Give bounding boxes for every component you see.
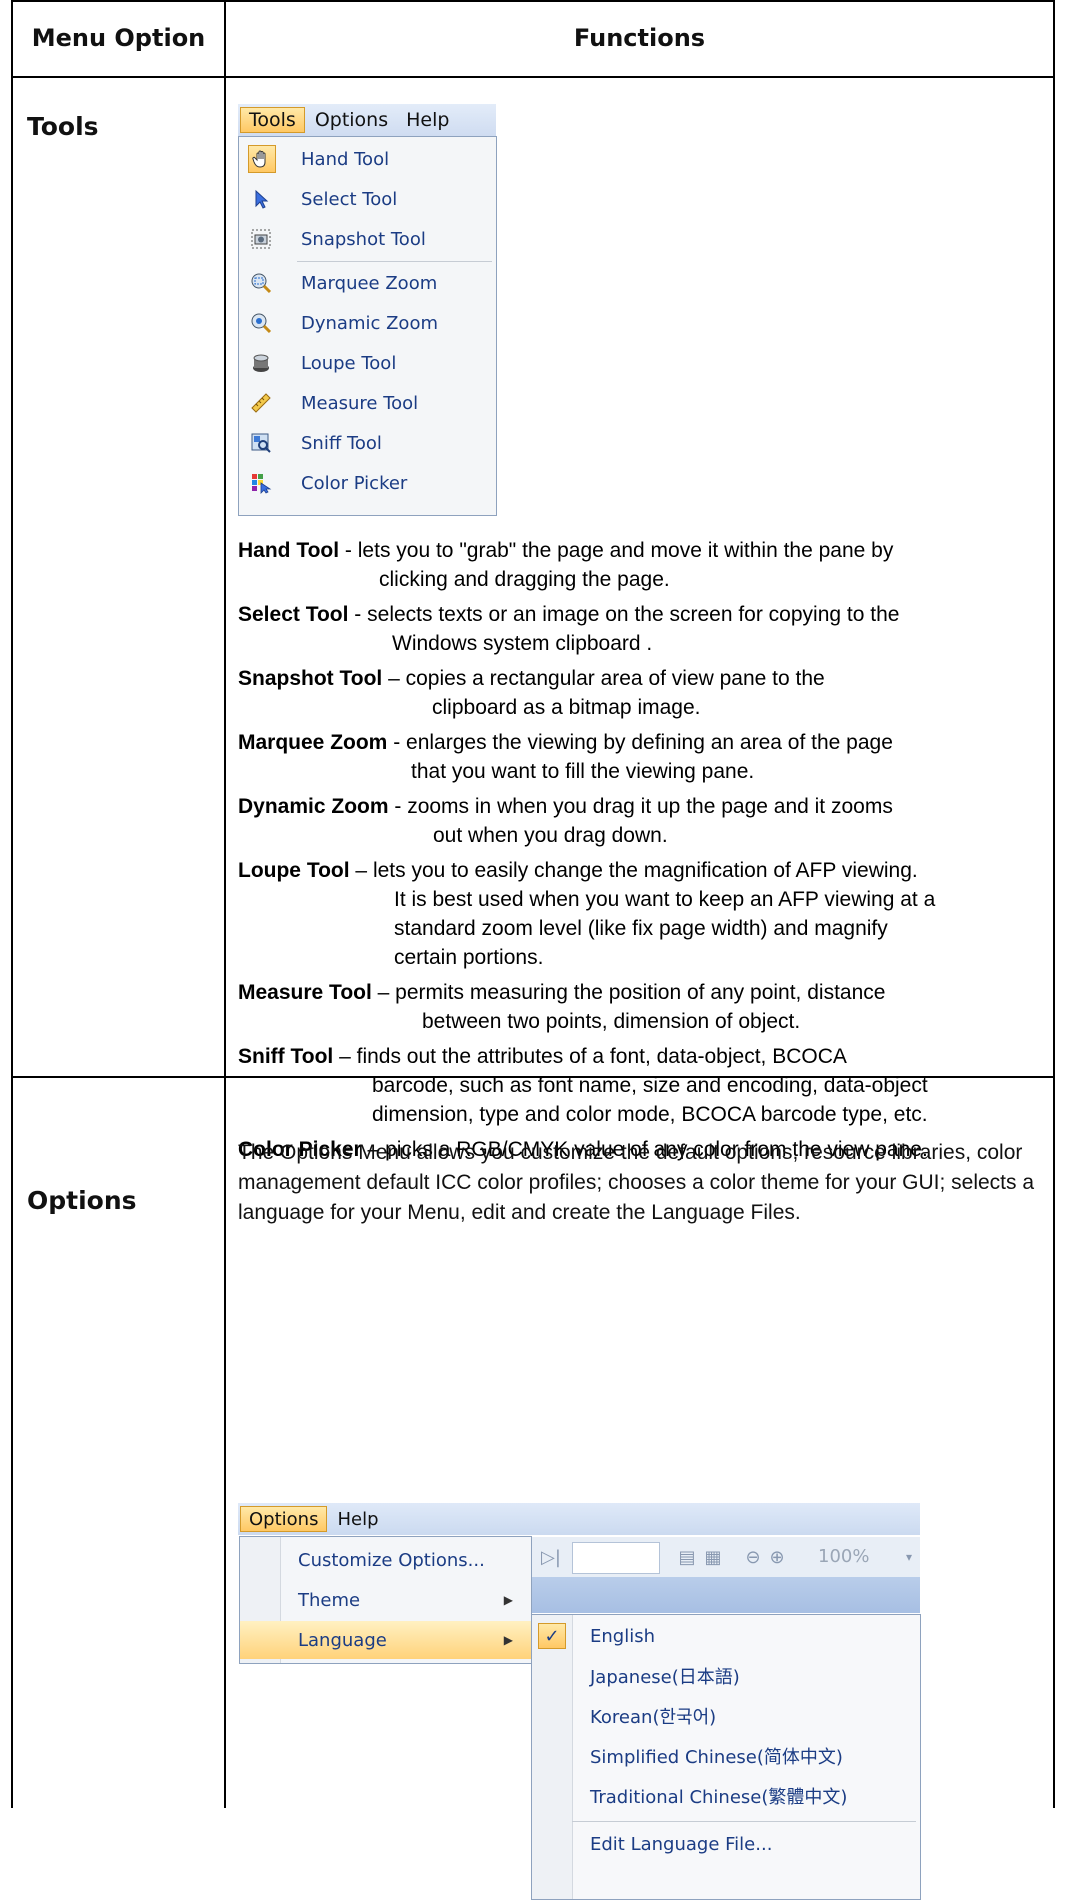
language-item-traditional-chinese[interactable]: Traditional Chinese(繁體中文) [532,1777,920,1815]
description-marquee-zoom: Marquee Zoom - enlarges the viewing by d… [238,731,893,783]
language-item-korean[interactable]: Korean(한국어) [532,1697,920,1735]
description-sniff-tool: Sniff Tool – finds out the attributes of… [238,1045,928,1126]
menubar-tools[interactable]: Tools [240,107,305,133]
page-number-input[interactable] [572,1542,660,1574]
menu-item-color-picker[interactable]: Color Picker [239,463,496,503]
menu-item-loupe-tool[interactable]: Loupe Tool [239,343,496,383]
header-functions: Functions [573,24,706,52]
language-submenu: ✓ English Japanese(日本語) Korean(한국어) Simp… [531,1614,921,1900]
menu-item-label: Korean(한국어) [590,1707,717,1728]
menu-item-label: Select Tool [301,188,398,210]
dynamic-zoom-icon [248,310,274,336]
last-page-icon[interactable]: ▷| [540,1547,562,1568]
menu-item-label: Japanese(日本語) [590,1667,740,1688]
menu-item-measure-tool[interactable]: Measure Tool [239,383,496,423]
menu-item-label: Marquee Zoom [301,272,438,294]
chevron-down-icon[interactable]: ▾ [898,1547,920,1567]
menu-item-label: Traditional Chinese(繁體中文) [590,1787,848,1808]
menu-item-customize-options[interactable]: Customize Options... [240,1541,531,1579]
menubar-help[interactable]: Help [329,1506,386,1532]
menu-item-language[interactable]: Language ▶ [240,1621,531,1659]
toolbar-band [530,1577,920,1613]
header-row-divider [13,76,1053,78]
menubar-options[interactable]: Options [307,107,396,133]
description-term: Measure Tool [238,981,372,1004]
tools-dropdown: Hand Tool Select Tool Snapshot Tool Marq… [238,136,497,516]
sniff-icon [248,430,274,456]
hand-icon [248,145,276,173]
description-snapshot-tool: Snapshot Tool – copies a rectangular are… [238,667,825,719]
menu-item-label: Dynamic Zoom [301,312,438,334]
pointer-arrow-icon [248,186,274,212]
menu-item-hand-tool[interactable]: Hand Tool [239,139,496,179]
menu-item-label: Customize Options... [298,1549,485,1571]
menu-item-label: Hand Tool [301,148,390,170]
description-select-tool: Select Tool - selects texts or an image … [238,603,900,655]
loupe-icon [248,350,274,376]
page-view-icon[interactable]: ▦ [702,1547,724,1568]
menubar-help[interactable]: Help [398,107,457,133]
menu-item-label: Theme [298,1589,361,1611]
language-item-english[interactable]: ✓ English [532,1617,920,1655]
menubar-options[interactable]: Options [240,1506,328,1532]
zoom-in-icon[interactable]: ⊕ [766,1547,788,1568]
options-dropdown: Customize Options... Theme ▶ Language ▶ [239,1536,532,1664]
row-label-options: Options [27,1186,137,1215]
menu-item-label: Measure Tool [301,392,419,414]
menu-item-label: Loupe Tool [301,352,397,374]
options-menubar: Options Help [238,1503,920,1535]
description-hand-tool: Hand Tool - lets you to "grab" the page … [238,539,894,591]
color-picker-icon [248,470,274,496]
menu-item-label: Color Picker [301,472,408,494]
marquee-zoom-icon [248,270,274,296]
description-loupe-tool: Loupe Tool – lets you to easily change t… [238,859,936,969]
chevron-right-icon: ▶ [503,1593,513,1607]
menu-separator [572,1821,916,1822]
table-column-divider [224,0,226,1808]
language-item-japanese[interactable]: Japanese(日本語) [532,1657,920,1695]
description-term: Sniff Tool [238,1045,334,1068]
menu-item-label: Sniff Tool [301,432,382,454]
options-paragraph: The Options Menu allows you customize th… [238,1141,1035,1224]
menu-item-label: Edit Language File... [590,1833,773,1855]
description-term: Snapshot Tool [238,667,383,690]
zoom-out-icon[interactable]: ⊖ [742,1547,764,1568]
chevron-right-icon: ▶ [503,1633,513,1647]
menu-item-theme[interactable]: Theme ▶ [240,1581,531,1619]
menu-item-sniff-tool[interactable]: Sniff Tool [239,423,496,463]
language-item-simplified-chinese[interactable]: Simplified Chinese(简体中文) [532,1737,920,1775]
header-menu-option: Menu Option [31,24,206,52]
description-term: Hand Tool [238,539,340,562]
menu-item-label: English [590,1625,655,1647]
menu-separator [297,261,492,262]
row-label-tools: Tools [27,112,99,141]
description-term: Marquee Zoom [238,731,388,754]
description-term: Loupe Tool [238,859,350,882]
menu-item-label: Language [298,1629,387,1651]
menu-item-select-tool[interactable]: Select Tool [239,179,496,219]
menu-item-label: Simplified Chinese(简体中文) [590,1747,843,1768]
description-measure-tool: Measure Tool – permits measuring the pos… [238,981,886,1033]
page-icon[interactable]: ▤ [676,1547,698,1568]
menu-item-edit-language-file[interactable]: Edit Language File... [532,1825,920,1863]
menu-item-dynamic-zoom[interactable]: Dynamic Zoom [239,303,496,343]
description-term: Dynamic Zoom [238,795,389,818]
tool-descriptions: Hand Tool - lets you to "grab" the page … [238,536,1038,1164]
menu-item-marquee-zoom[interactable]: Marquee Zoom [239,263,496,303]
tools-menubar: Tools Options Help [238,104,496,136]
description-dynamic-zoom: Dynamic Zoom - zooms in when you drag it… [238,795,893,847]
camera-icon [248,226,274,252]
ruler-icon [248,390,274,416]
menu-item-snapshot-tool[interactable]: Snapshot Tool [239,219,496,259]
description-term: Select Tool [238,603,349,626]
checkmark-icon: ✓ [538,1623,566,1649]
zoom-level[interactable]: 100% [818,1546,869,1567]
menu-item-label: Snapshot Tool [301,228,426,250]
